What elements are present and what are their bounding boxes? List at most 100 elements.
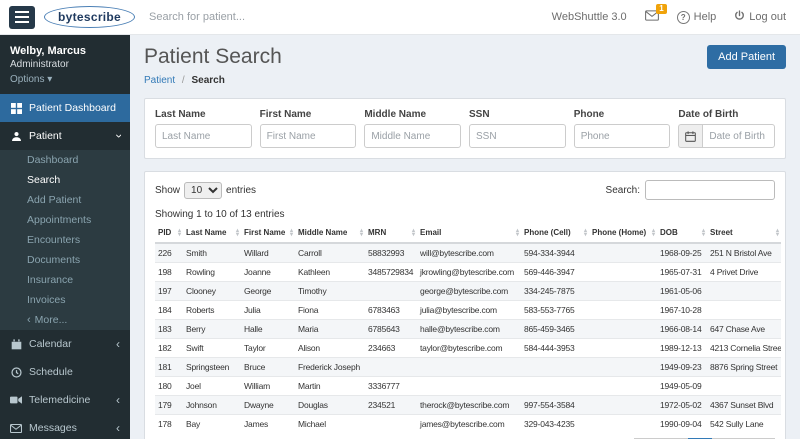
sort-icon: ▴ ▾ xyxy=(583,227,587,238)
column-header-phone-cell[interactable]: Phone (Cell) ▴ ▾ xyxy=(521,223,589,244)
table-row[interactable]: 198 Rowling Joanne Kathleen 3485729834 jkrowl… xyxy=(155,262,781,282)
table-row[interactable]: 180 Joel William Martin 3336777 1949-05-09 xyxy=(155,376,781,396)
column-header-label: Middle Name xyxy=(298,228,348,237)
middle-name-input[interactable] xyxy=(364,124,462,148)
sidebar-subitem-appointments[interactable]: Appointments xyxy=(0,210,130,230)
first-name-input[interactable] xyxy=(259,124,357,148)
table-cell: Smith xyxy=(183,242,241,263)
content-header: Patient Search Patient / Search Add Pati… xyxy=(130,35,800,86)
table-cell: julia@bytescribe.com xyxy=(417,300,521,320)
table-cell xyxy=(417,376,521,396)
page-length-select[interactable]: 10 xyxy=(184,181,223,199)
sidebar-subitem-encounters[interactable]: Encounters xyxy=(0,230,130,250)
global-patient-search-input[interactable] xyxy=(149,11,370,23)
table-cell: William xyxy=(241,376,295,396)
breadcrumb-patient-link[interactable]: Patient xyxy=(144,75,175,86)
table-row[interactable]: 184 Roberts Julia Fiona 6783463 julia@bytescr… xyxy=(155,300,781,320)
last-name-label: Last Name xyxy=(155,109,206,120)
table-cell xyxy=(521,376,589,396)
column-header-pid[interactable]: PID ▴ ▾ xyxy=(155,223,183,244)
sidebar-subitem-label: Invoices xyxy=(27,294,66,306)
app-window: bytescribe WebShuttle 3.0 1 ? Help xyxy=(0,0,800,439)
table-cell xyxy=(589,300,657,320)
sidebar-item-messages[interactable]: Messages ‹ xyxy=(0,414,130,439)
table-cell: therock@bytescribe.com xyxy=(417,395,521,415)
table-cell xyxy=(707,281,781,301)
bytescribe-logo[interactable]: bytescribe xyxy=(44,6,136,28)
sort-icon: ▴ ▾ xyxy=(177,227,181,238)
table-row[interactable]: 181 Springsteen Bruce Frederick Joseph 1949-… xyxy=(155,357,781,377)
table-cell: will@bytescribe.com xyxy=(417,242,521,263)
sidebar-toggle-button[interactable] xyxy=(9,5,35,29)
sidebar-subitem-invoices[interactable]: Invoices xyxy=(0,290,130,310)
table-cell: 178 xyxy=(155,414,183,433)
last-name-input[interactable] xyxy=(155,124,252,148)
table-cell: Douglas xyxy=(295,395,365,415)
table-cell xyxy=(365,414,417,433)
ssn-input[interactable] xyxy=(469,124,566,148)
dob-input[interactable] xyxy=(702,124,776,148)
table-cell: Taylor xyxy=(241,338,295,358)
calendar-icon xyxy=(10,338,22,350)
sidebar-subitem-search[interactable]: Search xyxy=(0,170,130,190)
column-header-phone-home[interactable]: Phone (Home) ▴ ▾ xyxy=(589,223,657,244)
table-cell: Fiona xyxy=(295,300,365,320)
phone-label: Phone xyxy=(573,109,605,120)
table-row[interactable]: 178 Bay James Michael james@bytescribe.com 32… xyxy=(155,414,781,433)
sidebar-subitem-add-patient[interactable]: Add Patient xyxy=(0,190,130,210)
sort-icon: ▴ ▾ xyxy=(359,227,363,238)
dob-label: Date of Birth xyxy=(678,109,739,120)
column-header-dob[interactable]: DOB ▴ ▾ xyxy=(657,223,707,244)
logout-button[interactable]: Log out xyxy=(734,10,786,24)
table-cell xyxy=(589,281,657,301)
table-cell xyxy=(521,357,589,377)
column-header-street[interactable]: Street ▴ ▾ xyxy=(707,223,781,244)
table-cell: Dwayne xyxy=(241,395,295,415)
sidebar-item-calendar[interactable]: Calendar ‹ xyxy=(0,330,130,358)
sidebar-item-schedule[interactable]: Schedule xyxy=(0,358,130,386)
table-cell xyxy=(365,357,417,377)
main-content: Patient Search Patient / Search Add Pati… xyxy=(130,35,800,439)
column-header-first-name[interactable]: First Name ▴ ▾ xyxy=(241,223,295,244)
column-header-last-name[interactable]: Last Name ▴ ▾ xyxy=(183,223,241,244)
page-title: Patient Search xyxy=(144,45,282,68)
table-search-input[interactable] xyxy=(645,180,775,200)
sidebar-item-patient-dashboard[interactable]: Patient Dashboard xyxy=(0,94,130,122)
sidebar-item-telemedicine[interactable]: Telemedicine ‹ xyxy=(0,386,130,414)
sidebar-subitem-more[interactable]: ‹ More... xyxy=(0,310,130,330)
column-header-email[interactable]: Email ▴ ▾ xyxy=(417,223,521,244)
table-cell: Timothy xyxy=(295,281,365,301)
table-row[interactable]: 182 Swift Taylor Alison 234663 taylor@bytescr… xyxy=(155,338,781,358)
column-header-middle-name[interactable]: Middle Name ▴ ▾ xyxy=(295,223,365,244)
table-row[interactable]: 183 Berry Halle Maria 6785643 halle@bytescrib… xyxy=(155,319,781,339)
table-cell: 997-554-3584 xyxy=(521,395,589,415)
table-row[interactable]: 226 Smith Willard Carroll 58832993 will@bytes… xyxy=(155,242,781,263)
column-header-mrn[interactable]: MRN ▴ ▾ xyxy=(365,223,417,244)
sort-icon: ▴ ▾ xyxy=(235,227,239,238)
person-icon xyxy=(10,131,22,142)
dashboard-icon xyxy=(10,102,22,114)
messages-envelope-button[interactable]: 1 xyxy=(644,4,667,24)
table-cell: 584-444-3953 xyxy=(521,338,589,358)
table-cell: 8876 Spring Street xyxy=(707,357,781,377)
breadcrumb-separator: / xyxy=(181,75,185,86)
sort-icon: ▴ ▾ xyxy=(651,227,655,238)
sidebar-subitem-insurance[interactable]: Insurance xyxy=(0,270,130,290)
table-cell: 865-459-3465 xyxy=(521,319,589,339)
table-cell: 569-446-3947 xyxy=(521,262,589,282)
table-cell: 4213 Cornelia Street xyxy=(707,338,781,358)
phone-input[interactable] xyxy=(573,124,671,148)
calendar-icon xyxy=(678,124,703,148)
help-button[interactable]: ? Help xyxy=(676,10,716,24)
last-name-field-group: Last Name xyxy=(155,109,252,148)
sidebar-item-patient[interactable]: Patient ‹ xyxy=(0,122,130,150)
unread-count-badge: 1 xyxy=(656,4,667,14)
user-options-dropdown[interactable]: Options ▾ xyxy=(10,74,120,85)
table-cell: 226 xyxy=(155,242,183,263)
table-row[interactable]: 179 Johnson Dwayne Douglas 234521 therock@byt… xyxy=(155,395,781,415)
table-row[interactable]: 197 Clooney George Timothy george@bytescribe… xyxy=(155,281,781,301)
sort-icon: ▴ ▾ xyxy=(411,227,415,238)
add-patient-button[interactable]: Add Patient xyxy=(707,45,786,69)
sidebar-subitem-dashboard[interactable]: Dashboard xyxy=(0,150,130,170)
sidebar-subitem-documents[interactable]: Documents xyxy=(0,250,130,270)
